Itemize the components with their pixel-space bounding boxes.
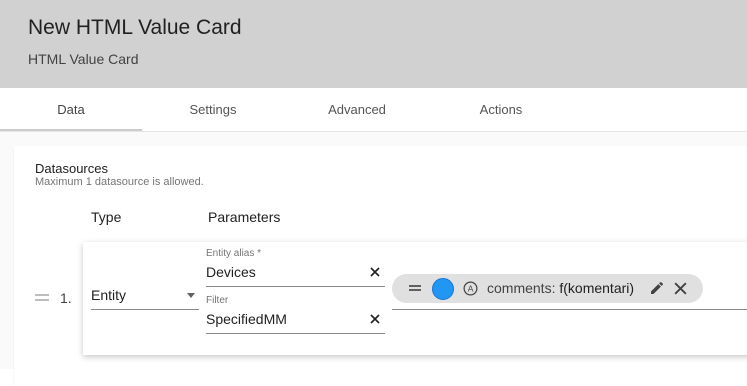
data-key-chip[interactable]: A comments: f(komentari): [392, 274, 703, 303]
remove-key-icon[interactable]: [673, 281, 688, 296]
column-header-type: Type: [91, 209, 122, 225]
filter-label: Filter: [206, 295, 229, 306]
datasource-type-select[interactable]: Entity: [91, 284, 199, 310]
entity-alias-label: Entity alias *: [206, 248, 262, 259]
datasource-type-value: Entity: [91, 287, 127, 303]
entity-alias-underline: [206, 286, 385, 287]
data-keys-underline: [392, 309, 747, 310]
tab-advanced[interactable]: Advanced: [286, 88, 428, 132]
page-subtitle: HTML Value Card: [28, 51, 139, 67]
tab-bar: Data Settings Advanced Actions: [0, 88, 747, 132]
datasources-title: Datasources: [35, 161, 108, 176]
active-tab-indicator: [0, 129, 142, 131]
drag-handle-icon[interactable]: [35, 294, 49, 302]
tab-settings[interactable]: Settings: [142, 88, 284, 132]
tab-actions[interactable]: Actions: [430, 88, 572, 132]
attribute-icon: A: [463, 281, 478, 296]
clear-filter-icon[interactable]: [369, 313, 381, 325]
chevron-down-icon: [187, 293, 195, 298]
tab-data[interactable]: Data: [0, 88, 142, 132]
data-key-label: comments: f(komentari): [487, 280, 634, 296]
clear-alias-icon[interactable]: [369, 266, 381, 278]
widget-header: New HTML Value Card HTML Value Card: [0, 0, 747, 88]
key-color-indicator[interactable]: [432, 278, 454, 300]
edit-pencil-icon[interactable]: [649, 280, 665, 296]
data-key-name: comments:: [487, 280, 560, 296]
filter-field[interactable]: Filter SpecifiedMM: [206, 295, 385, 335]
datasource-row-index: 1.: [60, 290, 72, 306]
svg-text:A: A: [468, 284, 474, 294]
datasources-hint: Maximum 1 datasource is allowed.: [35, 176, 204, 188]
entity-alias-value: Devices: [206, 264, 256, 280]
filter-underline: [206, 333, 385, 334]
data-key-function: f(komentari): [559, 280, 635, 296]
page-title: New HTML Value Card: [28, 16, 242, 39]
column-header-parameters: Parameters: [208, 209, 281, 225]
filter-value: SpecifiedMM: [206, 311, 287, 327]
entity-alias-field[interactable]: Entity alias * Devices: [206, 248, 385, 288]
chip-drag-handle-icon[interactable]: [409, 285, 421, 291]
